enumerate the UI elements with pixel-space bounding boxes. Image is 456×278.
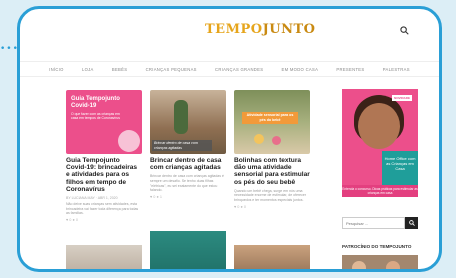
- nav-item-bebes[interactable]: Bebês: [112, 67, 127, 72]
- sponsor-face: [352, 261, 366, 269]
- child-figure: [174, 100, 188, 134]
- site-header: TEMPOJUNTO: [20, 9, 439, 61]
- sponsor-face: [386, 261, 400, 269]
- thumbnail-title: Guia Tempojunto Covid-19: [71, 96, 120, 109]
- post-stats: ♥ 0 ● 0: [66, 217, 78, 222]
- post-title[interactable]: Brincar dentro de casa com crianças agit…: [150, 157, 226, 171]
- post-excerpt: Não deixe suas crianças sem atividades, …: [66, 202, 139, 216]
- post-title[interactable]: Guia Tempojunto Covid-19: brincadeiras e…: [66, 157, 142, 193]
- post-thumbnail[interactable]: Atividade sensorial para os pés do bebê: [234, 90, 310, 154]
- post-thumbnail[interactable]: Brincar dentro de casa com crianças agit…: [150, 90, 226, 154]
- browser-frame: TEMPOJUNTO Início Loja Bebês Crianças Pe…: [17, 6, 442, 272]
- post-card[interactable]: Atividade sensorial para os pés do bebê …: [234, 90, 310, 209]
- ad-person-face: [358, 103, 400, 149]
- post-thumbnail[interactable]: Guia Tempojunto Covid-19 O que fazer com…: [66, 90, 142, 154]
- logo-text-accent: JUNTO: [262, 22, 316, 37]
- sidebar-search: [342, 217, 418, 229]
- sponsor-photo[interactable]: [342, 255, 418, 269]
- search-icon[interactable]: [400, 26, 409, 35]
- textured-ball: [272, 136, 281, 145]
- textured-ball: [254, 134, 264, 144]
- post-stats: ♥ 0 ● 1: [150, 194, 162, 199]
- thumbnail-caption: Atividade sensorial para os pés do bebê: [246, 113, 294, 122]
- post-excerpt: Brincar dentro de casa com crianças agit…: [150, 174, 224, 193]
- nav-item-loja[interactable]: Loja: [82, 67, 94, 72]
- search-input[interactable]: [342, 217, 405, 229]
- post-excerpt: Quando um bebê chega, surge em nós uma n…: [234, 188, 306, 202]
- post-thumbnail[interactable]: [66, 245, 142, 269]
- search-icon: [408, 220, 415, 226]
- logo-text-main: TEMPO: [205, 22, 263, 37]
- post-card[interactable]: Guia Tempojunto Covid-19 O que fazer com…: [66, 90, 142, 222]
- ad-band-text: Home Office com as Crianças em Casa: [382, 151, 418, 185]
- sidebar: NOVIDADE Home Office com as Crianças em …: [342, 89, 418, 269]
- nav-item-palestras[interactable]: Palestras: [383, 67, 410, 72]
- nav-item-presentes[interactable]: Presentes: [336, 67, 364, 72]
- nav-item-inicio[interactable]: Início: [49, 67, 64, 72]
- nav-item-em-modo-casa[interactable]: Em Modo Casa: [282, 67, 319, 72]
- nav-item-criancas-pequenas[interactable]: Crianças Pequenas: [146, 67, 197, 72]
- child-illustration: [118, 130, 140, 152]
- sponsor-heading: PATROCÍNIO DO TEMPOJUNTO: [342, 244, 412, 249]
- post-meta: BY LUCIANA MAY · ABR 1, 2020: [66, 196, 118, 201]
- thumbnail-subtitle: O que fazer com as crianças em casa em t…: [71, 112, 120, 120]
- post-stats: ♥ 0 ● 0: [234, 204, 246, 209]
- post-thumbnail[interactable]: [150, 231, 226, 269]
- ad-footer-text: Entenda o concurso. Dicas práticas para …: [342, 185, 418, 197]
- post-thumbnail[interactable]: [234, 245, 310, 269]
- ad-badge: NOVIDADE: [392, 95, 412, 101]
- sidebar-ad-banner[interactable]: NOVIDADE Home Office com as Crianças em …: [342, 89, 418, 197]
- post-card[interactable]: Brincar dentro de casa com crianças agit…: [150, 90, 226, 199]
- thumbnail-caption: Brincar dentro de casa com crianças agit…: [154, 141, 198, 150]
- search-button[interactable]: [405, 217, 418, 229]
- site-logo[interactable]: TEMPOJUNTO: [205, 22, 315, 37]
- nav-item-criancas-grandes[interactable]: Crianças Grandes: [215, 67, 263, 72]
- main-nav: Início Loja Bebês Crianças Pequenas Cria…: [20, 61, 439, 77]
- post-title[interactable]: Bolinhas com textura dão uma atividade s…: [234, 157, 310, 186]
